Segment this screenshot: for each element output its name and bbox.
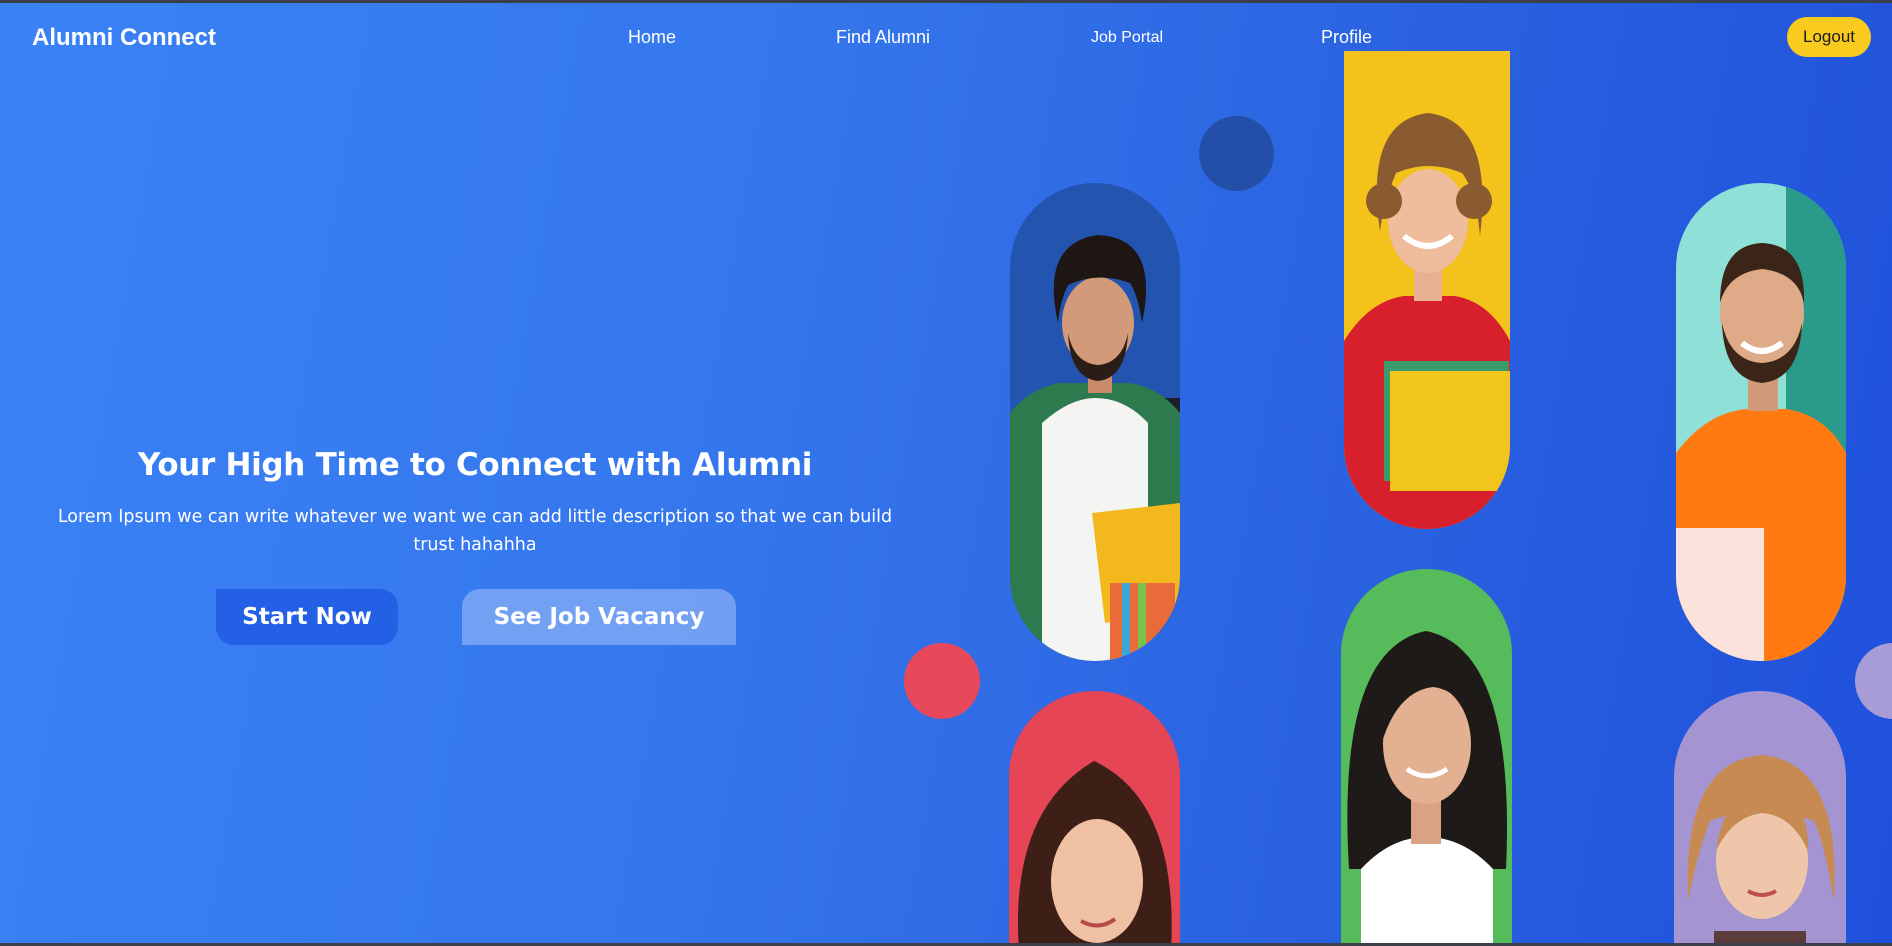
landing-page: Alumni Connect Home Find Alumni Job Port… bbox=[0, 3, 1892, 943]
portrait-dark-haired-woman bbox=[1341, 569, 1512, 943]
portrait-curly-man bbox=[1010, 183, 1180, 661]
portrait-blonde-woman bbox=[1674, 691, 1846, 943]
navbar: Alumni Connect Home Find Alumni Job Port… bbox=[0, 3, 1892, 73]
person-image bbox=[1344, 51, 1510, 529]
hero-title: Your High Time to Connect with Alumni bbox=[137, 447, 813, 483]
person-image bbox=[1009, 691, 1180, 943]
logout-button[interactable]: Logout bbox=[1787, 17, 1871, 57]
person-image bbox=[1676, 183, 1846, 661]
decor-dot-red bbox=[904, 643, 980, 719]
person-image bbox=[1010, 183, 1180, 661]
portrait-bearded-man bbox=[1676, 183, 1846, 661]
hero-description: Lorem Ipsum we can write whatever we wan… bbox=[57, 507, 893, 555]
nav-job-portal[interactable]: Job Portal bbox=[1091, 29, 1163, 47]
person-image bbox=[1674, 691, 1846, 943]
decor-dot-navy bbox=[1199, 116, 1274, 191]
portrait-brunette-woman bbox=[1009, 691, 1180, 943]
nav-profile[interactable]: Profile bbox=[1321, 27, 1372, 48]
nav-find-alumni[interactable]: Find Alumni bbox=[836, 27, 930, 48]
start-now-button[interactable]: Start Now bbox=[216, 589, 398, 645]
portrait-woman-hoodie bbox=[1344, 51, 1510, 529]
decor-dot-lavender bbox=[1855, 643, 1892, 719]
see-job-vacancy-button[interactable]: See Job Vacancy bbox=[462, 589, 736, 645]
nav-home[interactable]: Home bbox=[628, 27, 676, 48]
person-image bbox=[1341, 569, 1512, 943]
brand-logo[interactable]: Alumni Connect bbox=[32, 24, 216, 52]
